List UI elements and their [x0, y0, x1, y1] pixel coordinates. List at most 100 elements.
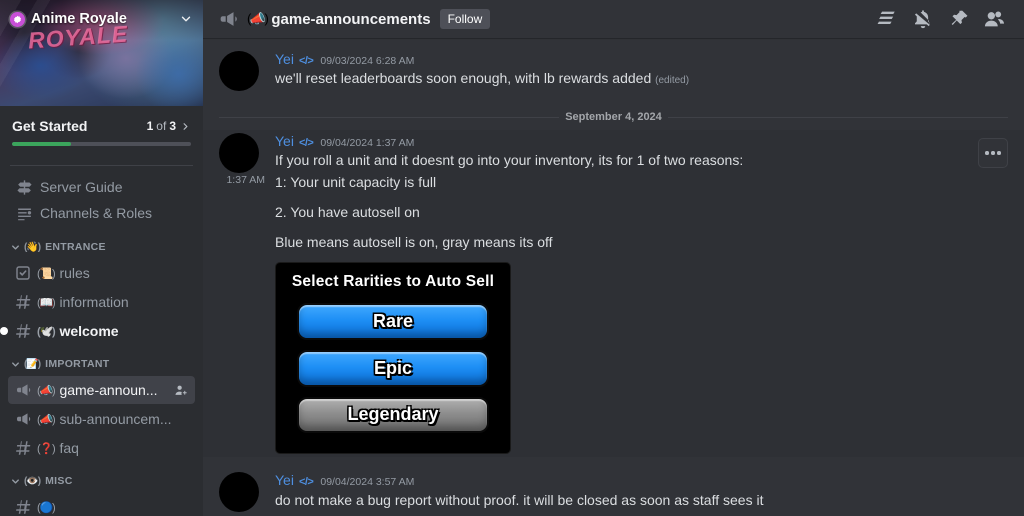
message-timestamp: 09/04/2024 1:37 AM — [320, 137, 415, 149]
threads-icon[interactable] — [876, 8, 898, 30]
message-continuation[interactable]: Blue means autosell is on, gray means it… — [275, 230, 976, 254]
bot-tag: </> — [298, 55, 314, 67]
text-channel-icon — [14, 439, 32, 457]
channel-name: welcome — [59, 323, 119, 339]
notifications-muted-icon[interactable] — [912, 8, 934, 30]
avatar[interactable] — [219, 133, 259, 173]
member-list-icon[interactable] — [984, 8, 1006, 30]
avatar[interactable] — [219, 51, 259, 91]
channel-emoji: (📖) — [37, 296, 56, 309]
sidebar-item-welcome[interactable]: (🕊️) welcome — [0, 317, 195, 345]
text-channel-icon — [14, 293, 32, 311]
rarity-button-legendary[interactable]: Legendary — [297, 396, 489, 434]
chevron-down-icon — [10, 476, 21, 487]
category-label: MISC — [45, 475, 73, 487]
server-name: Anime Royale — [31, 11, 127, 27]
channel-header-emoji: (📣) — [247, 11, 269, 26]
message-header: Yei </> 09/03/2024 6:28 AM — [275, 51, 976, 68]
more-options-icon[interactable] — [978, 138, 1008, 168]
message-timestamp: 09/03/2024 6:28 AM — [320, 55, 415, 67]
server-banner[interactable]: ROYALE Anime Royale — [0, 0, 203, 106]
channel-name: rules — [59, 265, 90, 281]
text-channel-icon — [14, 498, 32, 516]
channel-list: (👋) ENTRANCE (📜) rules (📖) information (… — [0, 236, 203, 516]
divider-line-right — [667, 116, 1008, 118]
category-entrance[interactable]: (👋) ENTRANCE — [8, 236, 195, 258]
server-header[interactable]: Anime Royale — [0, 0, 203, 38]
get-started-progress-bar — [12, 142, 191, 146]
sidebar-item-label: Server Guide — [40, 179, 123, 195]
message-header: Yei </> 09/04/2024 3:57 AM — [275, 472, 976, 489]
channel-emoji: (📣) — [37, 384, 56, 397]
message-text-content: we'll reset leaderboards soon enough, wi… — [275, 70, 652, 87]
message-author[interactable]: Yei — [275, 51, 294, 68]
dot — [985, 151, 989, 155]
announcement-channel-icon — [217, 8, 239, 30]
category-important[interactable]: (📝) IMPORTANT — [8, 353, 195, 375]
add-member-icon[interactable] — [174, 383, 189, 398]
category-emoji: (👁️) — [24, 475, 41, 487]
sidebar-item-information[interactable]: (📖) information — [8, 288, 195, 316]
sidebar-item-clipped[interactable]: (🔵) — [8, 493, 195, 516]
get-started-title: Get Started — [12, 118, 88, 134]
sidebar-item-channels-roles[interactable]: Channels & Roles — [8, 200, 195, 226]
channel-name: information — [59, 294, 129, 310]
channel-header-actions — [876, 8, 1014, 30]
sidebar-item-server-guide[interactable]: Server Guide — [8, 174, 195, 200]
pinned-messages-icon[interactable] — [948, 8, 970, 30]
message-continuation[interactable]: 1:37 AM 1: Your unit capacity is full — [226, 170, 976, 194]
message-header: Yei </> 09/04/2024 1:37 AM — [275, 133, 976, 150]
avatar[interactable] — [219, 472, 259, 513]
dot — [997, 151, 1001, 155]
sidebar-item-faq[interactable]: (❓) faq — [8, 434, 195, 462]
message-text: Blue means autosell is on, gray means it… — [275, 234, 553, 251]
get-started-total: 3 — [169, 119, 176, 133]
main-panel: (📣) game-announcements Follow Yei </> 09… — [203, 0, 1024, 516]
message-list[interactable]: Yei </> 09/03/2024 6:28 AM we'll reset l… — [203, 38, 1024, 516]
sidebar-item-game-announcements[interactable]: (📣) game-announ... — [8, 376, 195, 404]
date-divider: September 4, 2024 — [219, 110, 1008, 124]
rarity-button-epic[interactable]: Epic — [297, 349, 489, 387]
message-item-hovered[interactable]: Yei </> 09/04/2024 1:37 AM If you roll a… — [203, 130, 1024, 458]
channel-name: faq — [59, 440, 79, 456]
message-body: Yei </> 09/03/2024 6:28 AM we'll reset l… — [275, 51, 976, 91]
message-author[interactable]: Yei — [275, 133, 294, 150]
category-emoji: (👋) — [24, 241, 41, 253]
get-started-progress-count: 1 of 3 — [147, 119, 191, 133]
sidebar-item-sub-announcements[interactable]: (📣) sub-announcem... — [8, 405, 195, 433]
signpost-icon — [16, 179, 33, 196]
channel-header: (📣) game-announcements Follow — [203, 0, 1024, 38]
message-attachment[interactable]: Select Rarities to Auto Sell Rare Epic L… — [275, 262, 976, 455]
chevron-down-icon — [10, 359, 21, 370]
message-item[interactable]: Yei </> 09/03/2024 6:28 AM we'll reset l… — [203, 48, 1024, 94]
bot-tag: </> — [298, 476, 314, 489]
verified-badge-icon — [10, 11, 25, 27]
text-channel-icon — [14, 322, 32, 340]
follow-button[interactable]: Follow — [439, 9, 491, 29]
autosell-image[interactable]: Select Rarities to Auto Sell Rare Epic L… — [275, 262, 511, 455]
page-title: game-announcements — [271, 10, 431, 28]
message-text: If you roll a unit and it doesnt go into… — [275, 152, 744, 169]
announcement-channel-icon — [14, 381, 32, 399]
chevron-down-icon[interactable] — [179, 12, 193, 26]
message-body: Yei </> 09/04/2024 1:37 AM If you roll a… — [226, 133, 976, 455]
category-label: IMPORTANT — [45, 358, 110, 370]
sidebar-item-rules[interactable]: (📜) rules — [8, 259, 195, 287]
message-item[interactable]: Yei </> 09/04/2024 3:57 AM do not make a… — [203, 469, 1024, 515]
category-misc[interactable]: (👁️) MISC — [8, 470, 195, 492]
rules-channel-icon — [14, 264, 32, 282]
get-started-progress-fill — [12, 142, 72, 146]
chevron-down-icon — [10, 242, 21, 253]
message-text: do not make a bug report without proof. … — [275, 491, 764, 508]
channel-name: game-announ... — [59, 382, 158, 398]
rarity-button-rare[interactable]: Rare — [297, 303, 489, 340]
discord-app: ROYALE Anime Royale Get Started 1 of 3 S… — [0, 0, 1024, 516]
channel-emoji: (📜) — [37, 267, 56, 280]
get-started-section[interactable]: Get Started 1 of 3 — [0, 106, 203, 156]
message-text: 1: Your unit capacity is full — [275, 174, 437, 191]
message-author[interactable]: Yei — [275, 472, 294, 489]
message-text: 2. You have autosell on — [275, 204, 420, 221]
message-continuation[interactable]: 2. You have autosell on — [275, 200, 976, 224]
chevron-right-icon — [180, 121, 191, 132]
category-emoji: (📝) — [24, 358, 41, 370]
